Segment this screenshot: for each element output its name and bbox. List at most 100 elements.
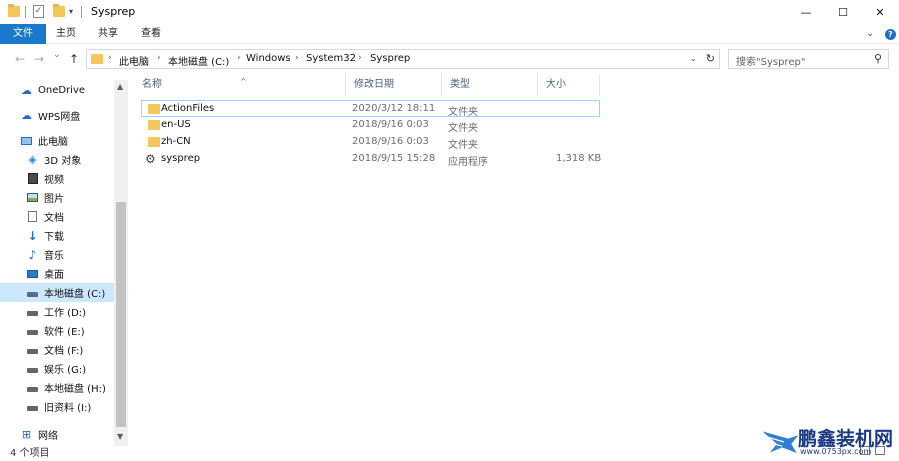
file-size: 1,318 KB <box>556 153 602 164</box>
sidebar-item-f-drive[interactable]: 文档 (F:) <box>0 340 114 359</box>
system-drive-icon <box>26 287 39 299</box>
breadcrumb-c-drive[interactable]: 本地磁盘 (C:) <box>168 53 229 68</box>
scroll-down-icon[interactable]: ▼ <box>117 432 123 441</box>
sidebar-item-3d-objects[interactable]: ◈ 3D 对象 <box>0 150 114 169</box>
3d-objects-icon: ◈ <box>28 153 37 166</box>
folder-icon <box>91 54 103 64</box>
music-icon: ♪ <box>28 247 37 262</box>
breadcrumb-sysprep[interactable]: Sysprep <box>370 53 410 64</box>
chevron-right-icon: › <box>108 53 112 63</box>
expand-ribbon-icon[interactable]: ⌄ <box>866 28 874 39</box>
column-header-size[interactable]: 大小 <box>538 74 600 96</box>
customize-toolbar-icon[interactable]: ▾ <box>69 7 73 16</box>
drive-icon <box>26 325 39 337</box>
application-icon: ⚙ <box>145 152 156 166</box>
computer-icon <box>20 135 33 147</box>
table-row[interactable]: en-US 2018/9/16 0:03 文件夹 <box>141 117 600 134</box>
sidebar-item-label: 音乐 <box>44 251 64 262</box>
refresh-icon[interactable]: ↻ <box>706 52 715 65</box>
cloud-icon: ☁ <box>21 84 32 97</box>
sidebar-item-c-drive[interactable]: 本地磁盘 (C:) <box>0 283 114 302</box>
drive-icon <box>26 401 39 413</box>
file-modified: 2020/3/12 18:11 <box>352 103 436 114</box>
sidebar-item-d-drive[interactable]: 工作 (D:) <box>0 302 114 321</box>
table-row[interactable]: ⚙ sysprep 2018/9/15 15:28 应用程序 1,318 KB <box>141 151 602 168</box>
sidebar-item-videos[interactable]: 视频 <box>0 169 114 188</box>
tab-home[interactable]: 主页 <box>51 24 81 44</box>
sidebar-item-label: 视频 <box>44 175 64 186</box>
tab-view[interactable]: 查看 <box>136 24 166 44</box>
sidebar-item-label: 软件 (E:) <box>44 327 85 338</box>
pictures-icon <box>26 192 39 204</box>
bird-logo-icon <box>759 429 802 456</box>
close-button[interactable]: ✕ <box>857 0 899 24</box>
column-header-label: 类型 <box>450 79 470 90</box>
tab-file[interactable]: 文件 <box>0 24 46 44</box>
sidebar-item-i-drive[interactable]: 旧资料 (I:) <box>0 397 114 416</box>
video-icon <box>26 173 39 185</box>
sidebar-item-label: 此电脑 <box>38 137 68 148</box>
sidebar-item-pictures[interactable]: 图片 <box>0 188 114 207</box>
address-history-icon[interactable]: ⌄ <box>689 54 697 64</box>
sidebar-item-label: 文档 <box>44 213 64 224</box>
sidebar-item-this-pc[interactable]: 此电脑 <box>0 131 114 150</box>
column-header-modified[interactable]: 修改日期 <box>346 74 442 96</box>
navigation-pane: ☁ OneDrive ☁ WPS网盘 此电脑 ◈ 3D 对象 视频 图片 文档 … <box>0 76 128 446</box>
properties-icon[interactable]: ✓ <box>33 5 44 18</box>
new-folder-icon[interactable] <box>53 4 65 17</box>
file-name: sysprep <box>161 153 201 164</box>
chevron-right-icon: › <box>237 53 241 63</box>
help-icon[interactable]: ? <box>885 29 896 40</box>
file-modified: 2018/9/15 15:28 <box>352 153 436 164</box>
sidebar-item-downloads[interactable]: ↓ 下载 <box>0 226 114 245</box>
breadcrumb-windows[interactable]: Windows <box>246 53 291 64</box>
tab-share[interactable]: 共享 <box>93 24 123 44</box>
file-modified: 2018/9/16 0:03 <box>352 119 429 130</box>
sidebar-item-onedrive[interactable]: ☁ OneDrive <box>0 81 114 100</box>
sidebar-item-label: 下载 <box>44 232 64 243</box>
file-type: 文件夹 <box>448 107 478 118</box>
file-type: 应用程序 <box>448 157 488 168</box>
column-header-name[interactable]: 名称 ^ <box>134 74 346 96</box>
breadcrumb-system32[interactable]: System32 <box>306 53 356 64</box>
sidebar-item-h-drive[interactable]: 本地磁盘 (H:) <box>0 378 114 397</box>
sidebar-item-network[interactable]: ⊞ 网络 <box>0 425 114 444</box>
sidebar-item-label: 桌面 <box>44 270 64 281</box>
chevron-right-icon: › <box>358 53 362 63</box>
drive-icon <box>26 363 39 375</box>
network-icon: ⊞ <box>21 428 32 441</box>
sort-ascending-icon: ^ <box>240 77 247 86</box>
sidebar-item-label: 本地磁盘 (H:) <box>44 384 106 395</box>
table-row[interactable]: zh-CN 2018/9/16 0:03 文件夹 <box>141 134 600 151</box>
recent-locations-button[interactable]: ⌄ <box>53 50 61 60</box>
sidebar-item-wps-cloud[interactable]: ☁ WPS网盘 <box>0 106 114 125</box>
scroll-thumb[interactable] <box>116 202 126 427</box>
file-list: 名称 ^ 修改日期 类型 大小 ActionFiles 2020/3/12 18… <box>134 74 899 444</box>
address-bar[interactable]: › 此电脑 › 本地磁盘 (C:) › Windows › System32 ›… <box>86 49 720 69</box>
drive-icon <box>26 306 39 318</box>
ribbon-tabs: 文件 主页 共享 查看 ⌄ <box>0 24 899 44</box>
scroll-up-icon[interactable]: ▲ <box>117 82 123 91</box>
sidebar-item-g-drive[interactable]: 娱乐 (G:) <box>0 359 114 378</box>
breadcrumb-this-pc[interactable]: 此电脑 <box>119 53 149 68</box>
file-modified: 2018/9/16 0:03 <box>352 136 429 147</box>
up-button[interactable]: ↑ <box>69 52 79 66</box>
column-header-type[interactable]: 类型 <box>442 74 538 96</box>
divider <box>25 6 26 18</box>
sidebar-scrollbar[interactable]: ▲ ▼ <box>114 80 128 446</box>
sidebar-item-documents[interactable]: 文档 <box>0 207 114 226</box>
forward-button[interactable]: → <box>34 52 44 66</box>
sidebar-item-label: 文档 (F:) <box>44 346 84 357</box>
back-button[interactable]: ← <box>15 52 25 66</box>
table-row[interactable]: ActionFiles 2020/3/12 18:11 文件夹 <box>141 100 600 118</box>
sidebar-item-e-drive[interactable]: 软件 (E:) <box>0 321 114 340</box>
search-icon[interactable]: ⚲ <box>874 52 882 65</box>
sidebar-item-desktop[interactable]: 桌面 <box>0 264 114 283</box>
sidebar-item-label: 旧资料 (I:) <box>44 403 92 414</box>
file-type: 文件夹 <box>448 123 478 134</box>
sidebar-item-music[interactable]: ♪ 音乐 <box>0 245 114 264</box>
sidebar-item-label: OneDrive <box>38 85 86 96</box>
search-input[interactable]: 搜索"Sysprep" ⚲ <box>728 49 889 69</box>
folder-icon <box>148 137 160 147</box>
file-name: ActionFiles <box>161 103 215 114</box>
